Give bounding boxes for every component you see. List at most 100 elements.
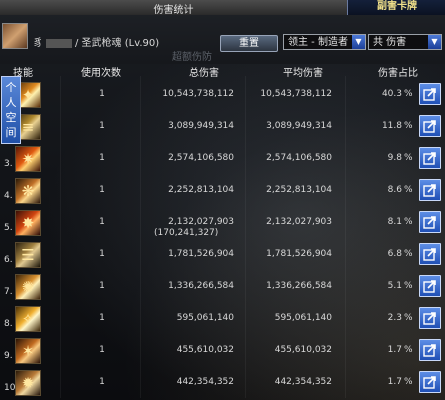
character-class-level: / 圣武枪魂 (Lv.90) <box>75 38 160 49</box>
skill-3-icon[interactable]: ✷ <box>15 146 41 172</box>
row-uses: 1 <box>99 185 105 195</box>
row-uses: 1 <box>99 313 105 323</box>
row-pct: 8.1 <box>387 217 402 227</box>
share-icon[interactable] <box>419 83 441 105</box>
row-pct-sign: % <box>404 217 413 227</box>
skill-9-icon[interactable]: ✶ <box>15 338 41 364</box>
row-uses: 1 <box>99 121 105 131</box>
row-total-damage: 2,252,813,104 <box>168 185 234 195</box>
row-pct: 2.3 <box>387 313 402 323</box>
col-uses: 使用次数 <box>81 68 121 79</box>
reset-button[interactable]: 重置 <box>220 35 278 52</box>
row-rank: 7. <box>4 287 13 297</box>
row-pct-sign: % <box>404 153 413 163</box>
row-uses: 1 <box>99 153 105 163</box>
row-avg-damage: 3,089,949,314 <box>266 121 332 131</box>
damage-card-tab[interactable]: 副害卡牌 <box>347 0 445 16</box>
share-icon[interactable] <box>419 211 441 233</box>
row-pct: 6.8 <box>387 249 402 259</box>
row-rank: 5. <box>4 223 13 233</box>
table-row: 2. ≡ 1 3,089,949,314 3,089,949,314 11.8 … <box>0 111 445 143</box>
row-pct-sign: % <box>404 313 413 323</box>
personal-space-tab[interactable]: 个人空间 <box>1 76 21 144</box>
share-icon[interactable] <box>419 307 441 329</box>
row-rank: 3. <box>4 159 13 169</box>
table-row: 6. ☰ 1 1,781,526,904 1,781,526,904 6.8 % <box>0 239 445 271</box>
row-pct: 5.1 <box>387 281 402 291</box>
row-total-damage: 455,610,032 <box>176 345 234 355</box>
row-total-damage: 2,132,027,903 <box>168 217 234 227</box>
row-uses: 1 <box>99 217 105 227</box>
table-row: 7. ✺ 1 1,336,266,584 1,336,266,584 5.1 % <box>0 271 445 303</box>
avatar <box>2 23 28 49</box>
row-pct: 40.3 <box>381 89 402 99</box>
skill-4-icon[interactable]: ❋ <box>15 178 41 204</box>
share-icon[interactable] <box>419 275 441 297</box>
row-total-damage: 1,336,266,584 <box>168 281 234 291</box>
row-uses: 1 <box>99 281 105 291</box>
row-pct: 1.7 <box>387 377 402 387</box>
row-rank: 6. <box>4 255 13 265</box>
row-pct: 11.8 <box>381 121 402 131</box>
window-titlebar: 伤害统计 <box>0 0 347 16</box>
share-icon[interactable] <box>419 115 441 137</box>
personal-space-label: 个人空间 <box>5 81 17 139</box>
col-avg: 平均伤害 <box>283 68 323 79</box>
row-uses: 1 <box>99 377 105 387</box>
row-pct-sign: % <box>404 377 413 387</box>
row-avg-damage: 1,336,266,584 <box>266 281 332 291</box>
row-avg-damage: 10,543,738,112 <box>260 89 332 99</box>
table-row: 9. ✶ 1 455,610,032 455,610,032 1.7 % <box>0 335 445 367</box>
row-pct-sign: % <box>404 281 413 291</box>
share-icon[interactable] <box>419 339 441 361</box>
skill-6-icon[interactable]: ☰ <box>15 242 41 268</box>
share-icon[interactable] <box>419 179 441 201</box>
share-icon[interactable] <box>419 371 441 393</box>
row-total-damage: 3,089,949,314 <box>168 121 234 131</box>
row-avg-damage: 442,354,352 <box>274 377 332 387</box>
row-uses: 1 <box>99 345 105 355</box>
row-uses: 1 <box>99 249 105 259</box>
row-rank: 9. <box>4 351 13 361</box>
row-total-damage: 442,354,352 <box>176 377 234 387</box>
row-pct: 1.7 <box>387 345 402 355</box>
row-total-damage: 595,061,140 <box>176 313 234 323</box>
row-pct-sign: % <box>404 345 413 355</box>
row-pct-sign: % <box>404 185 413 195</box>
character-prefix: 豸 <box>33 38 43 49</box>
skill-7-icon[interactable]: ✺ <box>15 274 41 300</box>
table-row: 4. ❋ 1 2,252,813,104 2,252,813,104 8.6 % <box>0 175 445 207</box>
row-avg-damage: 2,132,027,903 <box>266 217 332 227</box>
share-icon[interactable] <box>419 243 441 265</box>
skill-10-icon[interactable]: ✹ <box>15 370 41 396</box>
metric-select[interactable]: 共 伤害 ▼ <box>368 34 442 50</box>
col-total: 总伤害 <box>189 68 219 79</box>
row-avg-damage: 455,610,032 <box>274 345 332 355</box>
skill-8-icon[interactable]: ✧ <box>15 306 41 332</box>
table-row: 8. ✧ 1 595,061,140 595,061,140 2.3 % <box>0 303 445 335</box>
row-pct-sign: % <box>404 249 413 259</box>
skill-5-icon[interactable]: ✸ <box>15 210 41 236</box>
row-total-damage: 1,781,526,904 <box>168 249 234 259</box>
table-row: 5. ✸ 1 2,132,027,903 (170,241,327) 2,132… <box>0 207 445 239</box>
row-rank: 4. <box>4 191 13 201</box>
metric-select-value: 共 伤害 <box>373 37 407 48</box>
chevron-down-icon[interactable]: ▼ <box>352 35 365 49</box>
background-text: 超额伤防 <box>172 52 212 63</box>
window-title: 伤害统计 <box>153 5 194 16</box>
row-avg-damage: 2,574,106,580 <box>266 153 332 163</box>
table-row: 1. ✦ 1 10,543,738,112 10,543,738,112 40.… <box>0 79 445 111</box>
target-select[interactable]: 领主 - 制造者 ▼ <box>283 34 366 50</box>
row-rank: 8. <box>4 319 13 329</box>
chevron-down-icon[interactable]: ▼ <box>428 35 441 49</box>
redacted-name <box>46 38 72 48</box>
row-total-sub: (170,241,327) <box>154 228 219 238</box>
share-icon[interactable] <box>419 147 441 169</box>
row-pct-sign: % <box>404 89 413 99</box>
row-avg-damage: 1,781,526,904 <box>266 249 332 259</box>
row-pct: 9.8 <box>387 153 402 163</box>
row-avg-damage: 2,252,813,104 <box>266 185 332 195</box>
row-uses: 1 <box>99 89 105 99</box>
row-total-damage: 10,543,738,112 <box>162 89 234 99</box>
col-pct: 伤害占比 <box>378 68 418 79</box>
